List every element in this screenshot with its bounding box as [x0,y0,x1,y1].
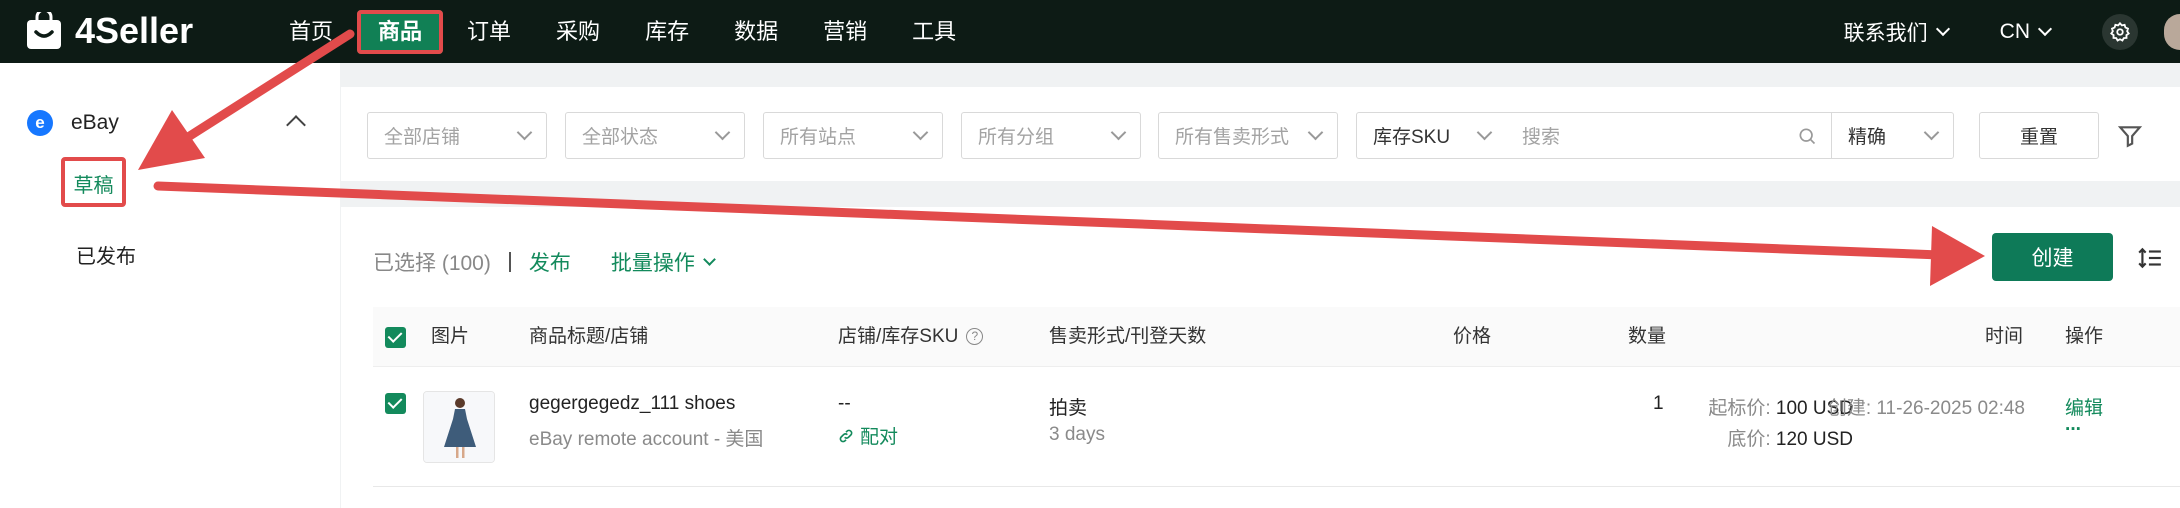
header-actions: 联系我们 CN [1844,0,2180,63]
match-mode-value: 精确 [1848,127,1887,148]
chevron-down-icon [1935,21,1950,36]
chevron-down-icon [516,124,533,141]
group-select-value: 所有分组 [978,127,1055,148]
reserve-price-label: 底价: [1727,429,1771,450]
created-time: 创建: 11-26-2025 02:48 [1828,393,2025,420]
main-nav: 首页 商品 订单 采购 库存 数据 营销 工具 [268,0,980,63]
nav-inventory[interactable]: 库存 [624,10,710,54]
logo-text: 4Seller [75,10,194,51]
column-format-days: 售卖形式/刊登天数 [1049,326,1207,347]
sidebar-group-ebay[interactable]: e eBay [27,108,317,138]
create-button[interactable]: 创建 [1992,233,2113,281]
sidebar-item-published[interactable]: 已发布 [76,240,136,269]
reserve-price: 底价: 120 USD [1727,424,1853,451]
list-toolbar: 已选择 (100) 发布 批量操作 [373,237,716,287]
pair-link[interactable]: 配对 [838,422,898,449]
status-select-value: 全部状态 [582,127,659,148]
publish-button[interactable]: 发布 [529,247,571,277]
search-field-select[interactable]: 库存SKU [1356,112,1507,159]
table-header: 图片 商品标题/店铺 店铺/库存SKU? 售卖形式/刊登天数 价格 数量 时间 … [373,307,2180,367]
search-icon[interactable] [1797,126,1817,146]
more-actions-icon[interactable]: ··· [2065,419,2082,441]
created-time-value: 11-26-2025 02:48 [1876,398,2025,419]
chevron-down-icon [714,124,731,141]
column-actions: 操作 [2065,326,2104,347]
group-select[interactable]: 所有分组 [961,112,1141,159]
contact-us-dropdown[interactable]: 联系我们 [1843,17,1950,47]
ebay-icon: e [27,110,53,136]
column-store-sku: 店铺/库存SKU? [838,307,984,367]
chevron-down-icon [702,253,716,266]
nav-data[interactable]: 数据 [713,10,799,54]
nav-tools[interactable]: 工具 [891,10,977,54]
store-select[interactable]: 全部店铺 [367,112,547,159]
sort-settings-icon[interactable] [2137,245,2163,271]
product-list-panel: 已选择 (100) 发布 批量操作 创建 图片 商品标题/店铺 店铺/库存SKU… [341,207,2180,508]
status-select[interactable]: 全部状态 [565,112,745,159]
chevron-down-icon [1307,124,1324,141]
match-mode-select[interactable]: 精确 [1831,112,1954,159]
pair-label: 配对 [860,427,899,448]
start-price-label: 起标价: [1708,398,1771,419]
language-dropdown[interactable]: CN [1999,19,2053,44]
store-sku-value: -- [838,393,851,414]
nav-home[interactable]: 首页 [268,10,354,54]
quantity-value: 1 [1653,393,1664,414]
row-checkbox[interactable] [385,393,406,414]
select-all-checkbox[interactable] [385,327,406,348]
column-time: 时间 [1985,326,2024,347]
shopping-bag-icon [25,8,63,50]
column-quantity: 数量 [1628,326,1667,347]
sidebar: e eBay 草稿 已发布 [0,63,340,508]
logo[interactable]: 4Seller [25,8,194,53]
filter-bar: 全部店铺 全部状态 所有站点 所有分组 所有售卖形式 库存SKU 搜索 精确 重… [341,87,2180,181]
column-price: 价格 [1453,326,1492,347]
nav-purchase[interactable]: 采购 [535,10,621,54]
nav-products[interactable]: 商品 [357,9,444,54]
avatar[interactable] [2164,13,2180,50]
chevron-down-icon [1476,124,1493,141]
product-image[interactable] [423,391,495,463]
toolbar-divider [508,252,511,272]
sale-format-select[interactable]: 所有售卖形式 [1158,112,1338,159]
batch-actions-label: 批量操作 [610,252,695,275]
created-time-label: 创建: [1827,398,1872,419]
selected-count: 已选择 (100) [373,252,491,275]
search-field-value: 库存SKU [1373,127,1451,148]
filter-icon[interactable] [2117,123,2143,149]
column-title-store: 商品标题/店铺 [529,326,649,347]
edit-link[interactable]: 编辑 [2065,393,2103,420]
listing-days-value: 3 days [1049,424,1105,445]
column-image: 图片 [431,326,470,347]
chevron-down-icon [912,124,929,141]
chevron-down-icon [2037,21,2053,36]
link-icon [839,429,853,442]
top-navigation-bar: 4Seller 首页 商品 订单 采购 库存 数据 营销 工具 联系我们 CN [0,0,2180,63]
sidebar-item-draft[interactable]: 草稿 [61,157,126,207]
batch-actions-dropdown[interactable]: 批量操作 [610,247,716,277]
nav-marketing[interactable]: 营销 [802,10,888,54]
sale-format-select-value: 所有售卖形式 [1175,127,1290,148]
help-icon[interactable]: ? [966,328,984,346]
table-row[interactable]: gegergegedz_111 shoes eBay remote accoun… [373,367,2180,487]
reserve-price-value: 120 USD [1775,429,1853,450]
sidebar-group-label: eBay [71,111,119,134]
site-select-value: 所有站点 [780,127,857,148]
search-input[interactable]: 搜索 [1506,112,1831,159]
site-select[interactable]: 所有站点 [763,112,943,159]
chevron-down-icon [1110,124,1127,141]
nav-orders[interactable]: 订单 [446,10,532,54]
store-select-value: 全部店铺 [384,127,461,148]
product-title[interactable]: gegergegedz_111 shoes [529,393,735,415]
chevron-down-icon [1923,124,1940,141]
sale-format-value: 拍卖 [1049,398,1088,419]
column-store-sku-label: 店铺/库存SKU [838,326,959,347]
language-label: CN [1999,19,2030,43]
search-placeholder: 搜索 [1522,127,1561,148]
reset-button[interactable]: 重置 [1979,112,2099,159]
contact-us-label: 联系我们 [1843,21,1928,45]
gear-icon[interactable] [2102,13,2138,50]
chevron-up-icon[interactable] [286,115,306,135]
product-store: eBay remote account - 美国 [529,429,764,450]
